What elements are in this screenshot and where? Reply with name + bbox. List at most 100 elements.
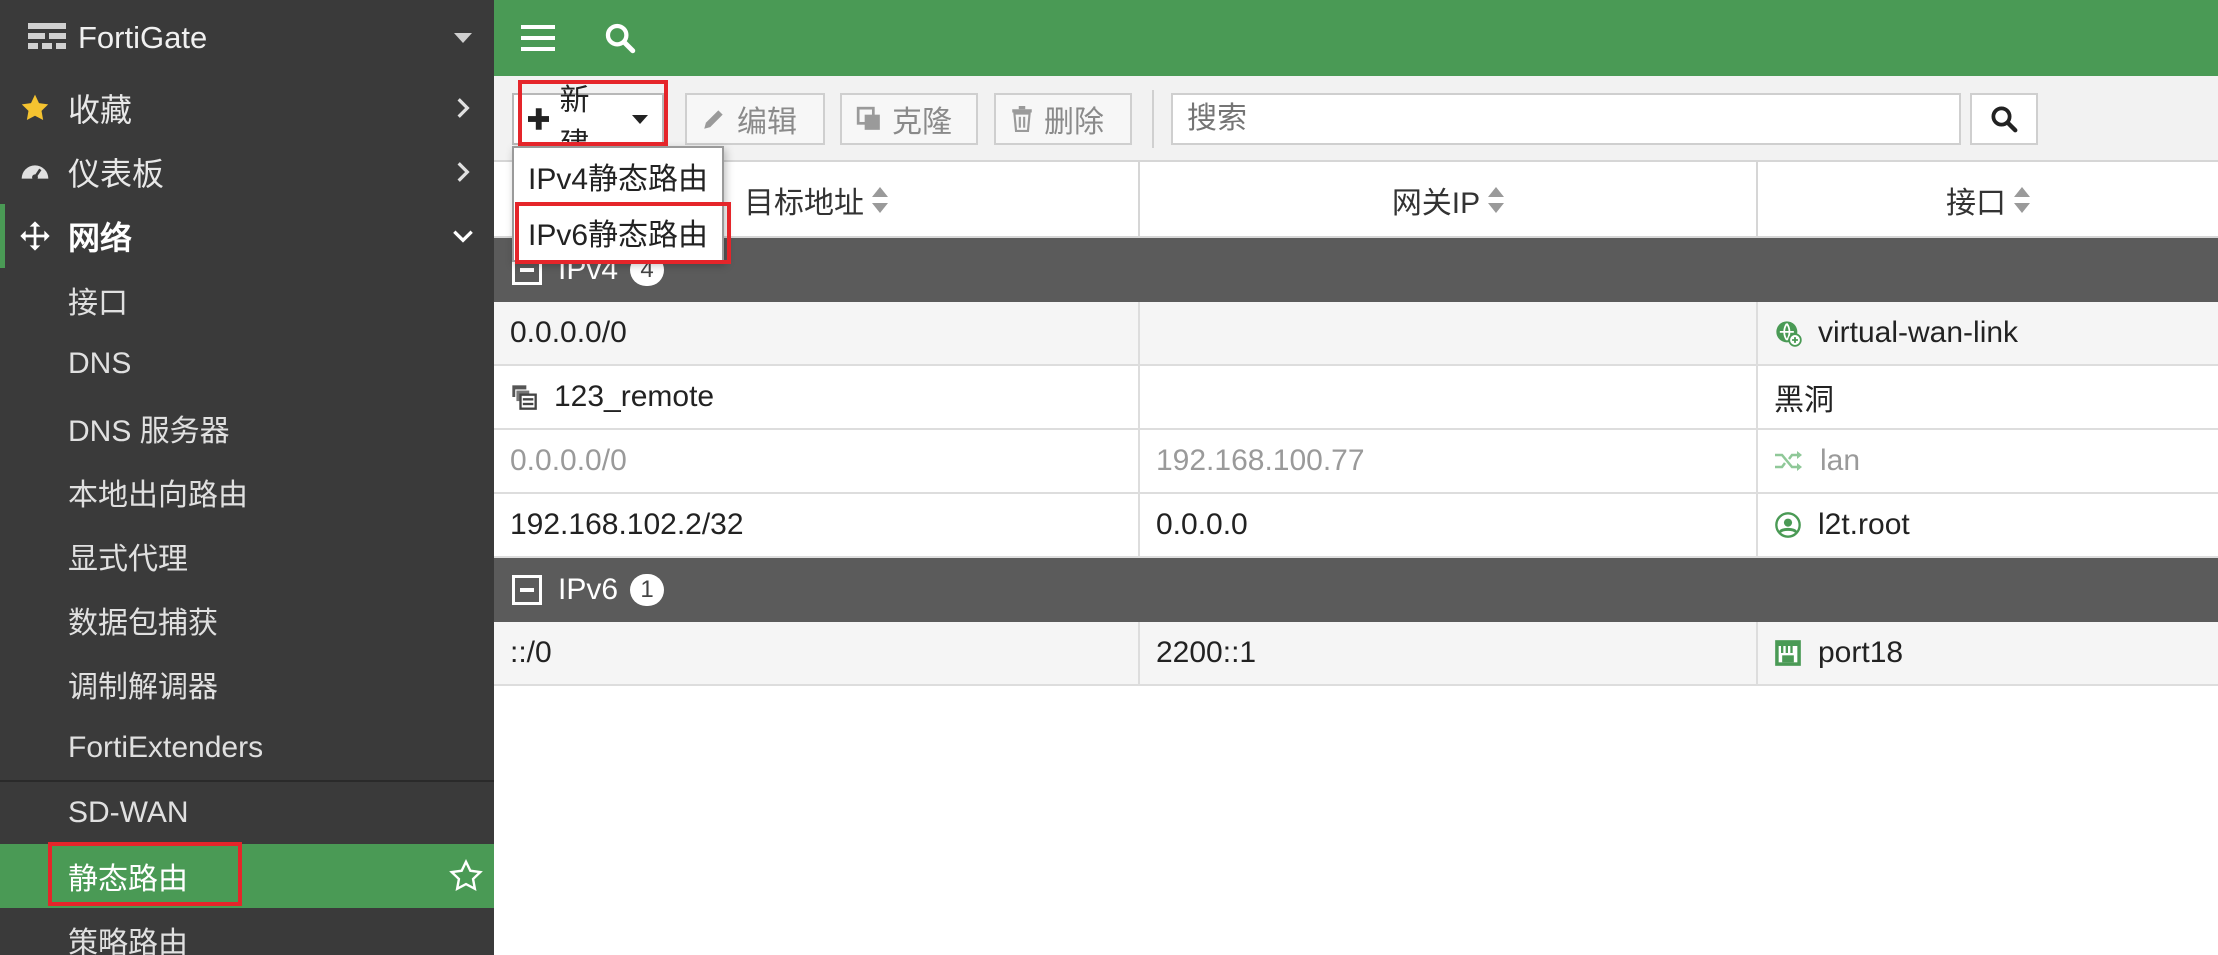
sidebar-item-fortiextenders[interactable]: FortiExtenders — [0, 716, 494, 780]
sidebar-item-sd-wan[interactable]: SD-WAN — [0, 780, 494, 844]
chevron-right-icon — [457, 98, 470, 118]
shuffle-icon — [1775, 451, 1802, 471]
pencil-icon — [704, 110, 723, 129]
table-row[interactable]: ::/0 2200::1 port18 — [494, 622, 2218, 686]
cell-text: 123_remote — [554, 380, 715, 413]
menu-icon[interactable] — [518, 18, 558, 58]
plus-icon — [528, 108, 550, 130]
star-icon — [18, 91, 52, 125]
collapse-icon[interactable] — [512, 575, 542, 605]
sidebar-item-local-out-routing[interactable]: 本地出向路由 — [0, 460, 494, 524]
menu-item-ipv4-static-route[interactable]: IPv4静态路由 — [514, 148, 722, 204]
menu-item-label: IPv6静态路由 — [528, 219, 709, 252]
app-title: FortiGate — [78, 20, 208, 55]
dashboard-icon — [18, 155, 52, 189]
sort-icon — [2014, 187, 2030, 213]
fortigate-logo-icon — [28, 23, 66, 49]
group-header-ipv4[interactable]: IPv4 4 — [494, 238, 2218, 302]
sidebar-item-label: DNS — [68, 347, 132, 380]
clone-button[interactable]: 克隆 — [840, 93, 978, 145]
cell-text: 黑洞 — [1774, 384, 1834, 417]
cell-text: virtual-wan-link — [1818, 316, 2019, 349]
cell-text: 0.0.0.0/0 — [510, 316, 627, 349]
sidebar-item-favorites[interactable]: 收藏 — [0, 76, 494, 140]
cell-text: l2t.root — [1818, 508, 1910, 541]
cell-gateway — [1140, 302, 1758, 364]
sidebar-item-label: 本地出向路由 — [68, 479, 248, 512]
menu-item-ipv6-static-route[interactable]: IPv6静态路由 — [514, 204, 722, 260]
search-button[interactable] — [1970, 93, 2038, 145]
sidebar-item-static-routes[interactable]: 静态路由 — [0, 844, 494, 908]
new-dropdown-menu: IPv4静态路由 IPv6静态路由 — [512, 146, 724, 262]
group-header-ipv6[interactable]: IPv6 1 — [494, 558, 2218, 622]
cell-interface: lan — [1758, 430, 2218, 492]
column-header-gateway[interactable]: 网关IP — [1140, 162, 1758, 238]
sidebar-item-dns-server[interactable]: DNS 服务器 — [0, 396, 494, 460]
address-group-icon — [512, 385, 537, 410]
column-header-label: 接口 — [1946, 187, 2006, 220]
chevron-down-icon — [454, 33, 472, 43]
cell-text: 192.168.100.77 — [1156, 444, 1365, 477]
table-row-disabled[interactable]: 0.0.0.0/0 192.168.100.77 lan — [494, 430, 2218, 494]
search-icon[interactable] — [600, 18, 640, 58]
sidebar-item-label: 收藏 — [68, 92, 133, 128]
cell-interface: port18 — [1758, 622, 2218, 684]
cell-text: 2200::1 — [1156, 636, 1257, 669]
sidebar-item-network[interactable]: 网络 — [0, 204, 494, 268]
star-outline-icon[interactable] — [448, 858, 484, 894]
trash-icon — [1012, 106, 1032, 132]
sidebar-item-label: 数据包捕获 — [68, 607, 218, 640]
sidebar-item-interfaces[interactable]: 接口 — [0, 268, 494, 332]
brand-header[interactable]: FortiGate — [0, 0, 494, 76]
sidebar-item-label: 接口 — [68, 287, 128, 320]
group-count-badge: 1 — [630, 574, 665, 606]
clone-icon — [856, 106, 880, 130]
cell-text: ::/0 — [510, 636, 552, 669]
sidebar-item-label: 网络 — [68, 220, 133, 256]
menu-item-label: IPv4静态路由 — [528, 163, 709, 196]
sidebar-item-dns[interactable]: DNS — [0, 332, 494, 396]
cell-destination: 192.168.102.2/32 — [494, 494, 1140, 556]
search-input[interactable] — [1171, 93, 1961, 145]
column-header-label: 目标地址 — [744, 187, 864, 220]
chevron-down-icon — [453, 230, 473, 243]
sidebar-item-modem[interactable]: 调制解调器 — [0, 652, 494, 716]
sidebar-item-packet-capture[interactable]: 数据包捕获 — [0, 588, 494, 652]
sd-wan-icon — [1776, 321, 1802, 347]
chevron-down-icon — [632, 114, 648, 124]
sort-icon — [872, 187, 888, 213]
sort-icon — [1488, 187, 1505, 213]
sidebar-item-policy-routes[interactable]: 策略路由 — [0, 908, 494, 955]
clone-button-label: 克隆 — [892, 106, 952, 139]
sidebar-item-label: 策略路由 — [68, 927, 188, 955]
cell-destination: 123_remote — [494, 366, 1140, 428]
move-icon — [18, 219, 52, 253]
cell-interface: virtual-wan-link — [1758, 302, 2218, 364]
table-row[interactable]: 192.168.102.2/32 0.0.0.0 l2t.root — [494, 494, 2218, 558]
sidebar-item-dashboard[interactable]: 仪表板 — [0, 140, 494, 204]
chevron-right-icon — [457, 162, 470, 182]
sidebar: FortiGate 收藏 仪表板 网络 接口 DNS DNS 服务器 本地出向路… — [0, 0, 494, 955]
sidebar-item-label: SD-WAN — [68, 796, 189, 829]
cell-destination: ::/0 — [494, 622, 1140, 684]
tunnel-icon — [1775, 512, 1801, 538]
edit-button[interactable]: 编辑 — [685, 93, 825, 145]
sidebar-item-label: 静态路由 — [68, 863, 188, 896]
sidebar-item-label: 调制解调器 — [68, 671, 218, 704]
cell-destination: 0.0.0.0/0 — [494, 430, 1140, 492]
sidebar-item-explicit-proxy[interactable]: 显式代理 — [0, 524, 494, 588]
cell-gateway: 0.0.0.0 — [1140, 494, 1758, 556]
column-header-interface[interactable]: 接口 — [1758, 162, 2218, 238]
table-row[interactable]: 123_remote 黑洞 — [494, 366, 2218, 430]
cell-destination: 0.0.0.0/0 — [494, 302, 1140, 364]
new-button[interactable]: 新建 — [512, 84, 664, 161]
table-row[interactable]: 0.0.0.0/0 virtual-wan-link — [494, 302, 2218, 366]
delete-button-label: 删除 — [1044, 106, 1104, 139]
cell-gateway — [1140, 366, 1758, 428]
cell-gateway: 192.168.100.77 — [1140, 430, 1758, 492]
group-name: IPv6 — [558, 573, 619, 606]
cell-interface: 黑洞 — [1758, 366, 2218, 428]
top-bar — [494, 0, 2218, 76]
delete-button[interactable]: 删除 — [994, 93, 1132, 145]
column-header-label: 网关IP — [1391, 187, 1481, 220]
